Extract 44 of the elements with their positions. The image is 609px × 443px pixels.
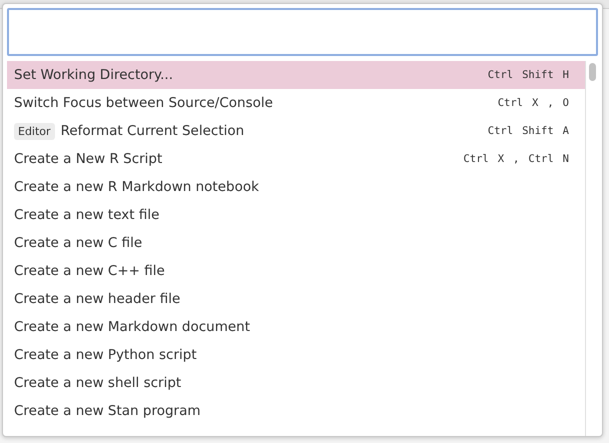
context-tag: Editor xyxy=(14,122,55,140)
command-item[interactable]: Create a new header file xyxy=(7,285,585,313)
shortcut-key: O xyxy=(562,97,569,109)
command-label: Create a New R Script xyxy=(14,151,162,167)
shortcut-key: Shift xyxy=(522,125,554,137)
shortcut-key: Ctrl xyxy=(488,125,514,137)
command-label: Create a new shell script xyxy=(14,375,182,391)
command-label: Create a new Markdown document xyxy=(14,319,250,335)
scrollbar-thumb[interactable] xyxy=(588,63,596,81)
command-item[interactable]: Create a new R Markdown notebook xyxy=(7,173,585,201)
shortcut-key: Ctrl xyxy=(498,97,524,109)
command-label: Switch Focus between Source/Console xyxy=(14,95,273,111)
shortcut-key: A xyxy=(562,125,569,137)
command-item[interactable]: Create a new text file xyxy=(7,201,585,229)
command-item[interactable]: Create a new C file xyxy=(7,229,585,257)
shortcut-key: Ctrl xyxy=(528,153,554,165)
shortcut-key: H xyxy=(562,69,569,81)
command-item[interactable]: Create a new Stan program xyxy=(7,397,585,425)
command-item[interactable]: Create a New R Script Ctrl X , Ctrl N xyxy=(7,145,585,173)
shortcut-key: Shift xyxy=(522,69,554,81)
command-item[interactable]: Create a new C++ file xyxy=(7,257,585,285)
shortcut-key: X xyxy=(498,153,504,165)
command-item[interactable]: Switch Focus between Source/Console Ctrl X , O xyxy=(7,89,585,117)
command-label: Create a new Python script xyxy=(14,347,197,363)
shortcut-key: , xyxy=(547,97,554,109)
command-label: Create a new C++ file xyxy=(14,263,165,279)
shortcut-key: Ctrl xyxy=(463,153,489,165)
command-item[interactable]: Create a new Markdown document xyxy=(7,313,585,341)
command-label: Create a new C file xyxy=(14,235,142,251)
shortcut-key: , xyxy=(513,153,520,165)
shortcut-key: X xyxy=(532,97,538,109)
command-label: Create a new text file xyxy=(14,207,160,223)
command-label: Create a new header file xyxy=(14,291,180,307)
command-item[interactable]: Set Working Directory... Ctrl Shift H xyxy=(7,61,585,89)
command-label: Create a new Stan program xyxy=(14,403,201,419)
command-item[interactable]: Create a new shell script xyxy=(7,369,585,397)
command-item[interactable]: Editor Reformat Current Selection Ctrl Shift A xyxy=(7,117,585,145)
shortcut-key: Ctrl xyxy=(488,69,514,81)
command-item[interactable]: Create a new Python script xyxy=(7,341,585,369)
search-field[interactable] xyxy=(7,8,598,56)
command-label: Set Working Directory... xyxy=(14,67,173,83)
shortcut-key: N xyxy=(562,153,569,165)
command-label: Create a new R Markdown notebook xyxy=(14,179,259,195)
command-label: Reformat Current Selection xyxy=(60,123,244,139)
